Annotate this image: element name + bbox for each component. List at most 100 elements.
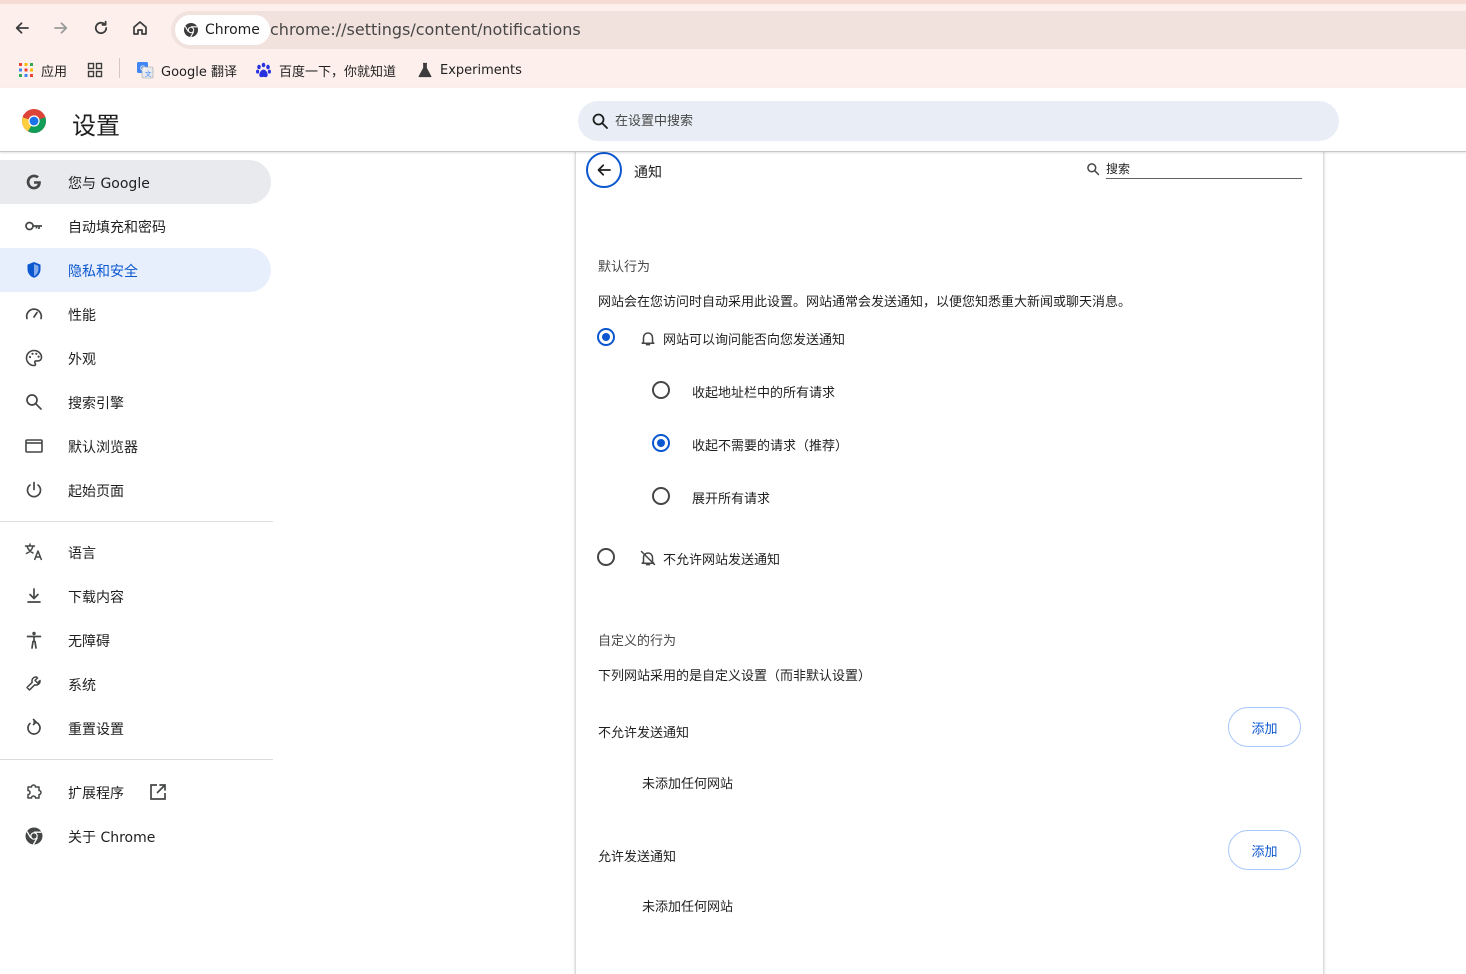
blocked-empty-note: 未添加任何网站	[642, 777, 734, 792]
bookmark-apps[interactable]: 应用	[18, 60, 67, 80]
sidebar-item-you-and-google[interactable]: 您与 Google	[0, 160, 271, 204]
option-allow-ask-label[interactable]: 网站可以询问能否向您发送通知	[663, 329, 845, 348]
reset-icon	[24, 718, 44, 738]
browser-window-icon	[24, 436, 44, 456]
search-icon	[24, 392, 44, 412]
notifications-search-box[interactable]	[1087, 159, 1302, 179]
sidebar-item-autofill[interactable]: 自动填充和密码	[0, 204, 271, 248]
settings-sidebar: 您与 Google 自动填充和密码 隐私和安全 性能 外观 搜索引擎 默认浏览器…	[0, 152, 275, 974]
radio-quiet-unwanted[interactable]	[652, 434, 670, 452]
bookmark-tab-groups[interactable]	[87, 60, 103, 80]
sidebar-item-search-engine[interactable]: 搜索引擎	[0, 380, 271, 424]
sidebar-item-label: 性能	[68, 308, 96, 324]
page-heading: 通知	[634, 165, 662, 181]
bookmark-separator	[119, 58, 120, 78]
sidebar-item-on-startup[interactable]: 起始页面	[0, 468, 271, 512]
search-icon	[592, 113, 608, 129]
wrench-icon	[24, 674, 44, 694]
bookmark-baidu[interactable]: 百度一下，你就知道	[255, 60, 396, 80]
custom-behavior-description: 下列网站采用的是自定义设置（而非默认设置）	[598, 669, 872, 684]
option-block-label[interactable]: 不允许网站发送通知	[663, 549, 780, 568]
sidebar-item-label: 搜索引擎	[68, 396, 124, 412]
chrome-icon	[24, 826, 44, 846]
sidebar-item-reset[interactable]: 重置设置	[0, 706, 271, 750]
add-allowed-site-button[interactable]: 添加	[1228, 830, 1301, 870]
sidebar-item-label: 您与 Google	[68, 176, 150, 192]
settings-page-title: 设置	[72, 112, 120, 140]
arrow-right-icon	[54, 22, 68, 34]
search-icon	[1087, 162, 1100, 175]
reload-button[interactable]	[87, 14, 115, 42]
sidebar-item-label: 默认浏览器	[68, 440, 138, 456]
sidebar-item-label: 重置设置	[68, 722, 124, 738]
sidebar-item-label: 语言	[68, 546, 96, 562]
download-icon	[24, 586, 44, 606]
speedometer-icon	[24, 304, 44, 324]
bookmark-google-translate[interactable]: G文 Google 翻译	[136, 60, 237, 80]
default-behavior-title: 默认行为	[598, 260, 651, 275]
home-icon	[133, 21, 147, 35]
bookmarks-bar: 应用 G文 Google 翻译 百度一下，你就知道 Experiments	[0, 52, 1466, 88]
sidebar-item-downloads[interactable]: 下载内容	[0, 574, 271, 618]
radio-allow-ask[interactable]	[597, 328, 615, 346]
radio-block[interactable]	[597, 548, 615, 566]
baidu-paw-icon	[256, 62, 271, 77]
default-behavior-description: 网站会在您访问时自动采用此设置。网站通常会发送通知，以便您知悉重大新闻或聊天消息…	[598, 295, 1132, 310]
flask-icon	[418, 62, 432, 78]
sidebar-item-system[interactable]: 系统	[0, 662, 271, 706]
translate-icon	[24, 542, 44, 562]
key-icon	[24, 216, 44, 236]
accessibility-icon	[24, 630, 44, 650]
sidebar-item-appearance[interactable]: 外观	[0, 336, 271, 380]
sidebar-item-label: 外观	[68, 352, 96, 368]
sidebar-item-languages[interactable]: 语言	[0, 530, 271, 574]
bookmark-label: Google 翻译	[161, 64, 237, 80]
custom-behavior-title: 自定义的行为	[598, 634, 677, 649]
settings-search-input[interactable]	[615, 113, 1295, 129]
sidebar-item-label: 隐私和安全	[68, 264, 138, 280]
apps-grid-icon	[19, 63, 33, 77]
radio-expand-all[interactable]	[652, 487, 670, 505]
bookmark-label: 应用	[41, 64, 68, 80]
settings-search-box[interactable]	[578, 101, 1339, 141]
open-in-new-icon	[150, 784, 166, 800]
blocked-sites-label: 不允许发送通知	[598, 726, 690, 741]
sidebar-item-accessibility[interactable]: 无障碍	[0, 618, 271, 662]
back-to-site-settings-button[interactable]	[586, 152, 622, 188]
palette-icon	[24, 348, 44, 368]
bookmark-experiments[interactable]: Experiments	[417, 60, 522, 80]
radio-quiet-all[interactable]	[652, 381, 670, 399]
forward-button[interactable]	[47, 14, 75, 42]
back-button[interactable]	[8, 14, 36, 42]
sidebar-item-label: 扩展程序	[68, 786, 124, 802]
site-chip-label: Chrome	[205, 22, 260, 38]
sidebar-item-about-chrome[interactable]: 关于 Chrome	[0, 814, 271, 858]
browser-toolbar: Chrome chrome://settings/content/notific…	[0, 0, 1466, 52]
allowed-sites-label: 允许发送通知	[598, 850, 677, 865]
power-icon	[24, 480, 44, 500]
sidebar-item-label: 无障碍	[68, 634, 110, 650]
bell-off-icon	[640, 550, 656, 566]
sidebar-item-default-browser[interactable]: 默认浏览器	[0, 424, 271, 468]
add-blocked-site-button[interactable]: 添加	[1228, 707, 1301, 747]
url-text[interactable]: chrome://settings/content/notifications	[270, 20, 581, 39]
sub-option-label[interactable]: 收起不需要的请求（推荐）	[692, 435, 848, 454]
notifications-search-input[interactable]	[1106, 161, 1276, 176]
reload-icon	[94, 20, 108, 35]
allowed-empty-note: 未添加任何网站	[642, 900, 734, 915]
site-info-chip[interactable]: Chrome	[175, 15, 270, 45]
bell-icon	[641, 332, 655, 346]
address-bar[interactable]: Chrome chrome://settings/content/notific…	[171, 11, 1466, 49]
sub-option-label[interactable]: 展开所有请求	[692, 488, 770, 507]
sidebar-item-extensions[interactable]: 扩展程序	[0, 770, 271, 814]
bookmark-label: Experiments	[440, 62, 522, 78]
sidebar-item-label: 关于 Chrome	[68, 830, 156, 846]
svg-text:文: 文	[145, 69, 152, 78]
sidebar-item-privacy[interactable]: 隐私和安全	[0, 248, 271, 292]
sidebar-divider	[0, 521, 273, 522]
home-button[interactable]	[126, 14, 154, 42]
sub-option-label[interactable]: 收起地址栏中的所有请求	[692, 382, 835, 401]
tab-groups-icon	[87, 62, 103, 78]
sidebar-item-performance[interactable]: 性能	[0, 292, 271, 336]
puzzle-icon	[24, 782, 44, 802]
